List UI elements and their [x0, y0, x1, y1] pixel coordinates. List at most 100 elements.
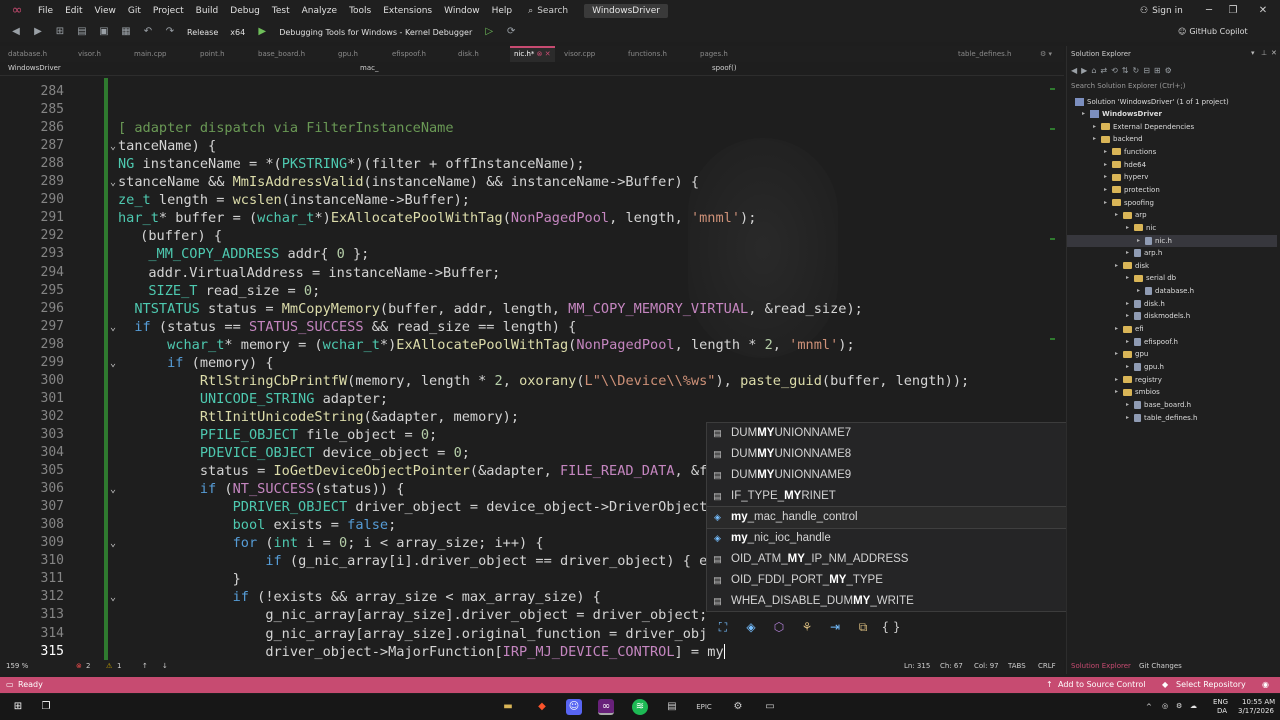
code-line[interactable]: bool exists = false; — [118, 517, 397, 533]
expand-chevron-icon[interactable]: ▸ — [1113, 323, 1120, 335]
code-line[interactable]: _MM_COPY_ADDRESS addr{ 0 }; — [132, 246, 369, 262]
arrow-up-icon[interactable]: ↑ — [142, 662, 148, 670]
close-icon[interactable]: ✕ — [1252, 0, 1274, 22]
fold-chevron-icon[interactable]: ⌄ — [110, 358, 116, 369]
expand-chevron-icon[interactable]: ▸ — [1135, 285, 1142, 297]
select-repository-button[interactable]: Select Repository — [1176, 680, 1246, 689]
expand-chevron-icon[interactable]: ▸ — [1102, 146, 1109, 158]
save-all-icon[interactable]: ▦ — [118, 25, 134, 39]
tree-item-gpu-h[interactable]: ▸ gpu.h — [1124, 361, 1164, 373]
editor-scrollbar[interactable] — [1048, 88, 1058, 648]
expand-chevron-icon[interactable]: ▸ — [1113, 348, 1120, 360]
brave-browser-icon[interactable]: ◆ — [534, 699, 550, 715]
menu-help[interactable]: Help — [486, 0, 519, 22]
code-line[interactable]: if (NT_SUCCESS(status)) { — [118, 481, 405, 497]
code-line[interactable]: ze_t length = wcslen(instanceName->Buffe… — [118, 192, 470, 208]
tree-item-smbios[interactable]: ▸ smbios — [1113, 386, 1160, 398]
cloud-icon[interactable]: ☁ — [1190, 702, 1197, 710]
expand-chevron-icon[interactable]: ▸ — [1135, 235, 1142, 247]
tab-table-defines-h[interactable]: table_defines.h — [958, 46, 1011, 62]
project-dropdown[interactable]: WindowsDriver — [8, 64, 61, 72]
fold-chevron-icon[interactable]: ⌄ — [110, 538, 116, 549]
solution-node[interactable]: Solution 'WindowsDriver' (1 of 1 project… — [1075, 96, 1229, 108]
tree-item-functions[interactable]: ▸ functions — [1102, 146, 1156, 158]
tree-item-disk-h[interactable]: ▸ disk.h — [1124, 298, 1165, 310]
chevron-up-icon[interactable]: ^ — [1146, 703, 1152, 711]
tree-item-protection[interactable]: ▸ protection — [1102, 184, 1160, 196]
col-indicator[interactable]: Col: 97 — [974, 662, 999, 670]
tree-item-hyperv[interactable]: ▸ hyperv — [1102, 171, 1148, 183]
expand-chevron-icon[interactable]: ▸ — [1113, 374, 1120, 386]
platform-dropdown[interactable]: x64 — [230, 28, 245, 37]
code-line[interactable]: status = IoGetDeviceObjectPointer(&adapt… — [118, 463, 707, 479]
code-line[interactable]: (buffer) { — [132, 228, 222, 244]
code-line[interactable]: } — [118, 571, 241, 587]
expand-chevron-icon[interactable]: ▸ — [1102, 184, 1109, 196]
settings-icon[interactable]: ⚙ — [1176, 702, 1182, 710]
tree-item-efispoof-h[interactable]: ▸ efispoof.h — [1124, 336, 1178, 348]
expand-chevron-icon[interactable]: ▸ — [1113, 260, 1120, 272]
fold-chevron-icon[interactable]: ⌄ — [110, 141, 116, 152]
pin-icon[interactable]: ⊥ — [1261, 49, 1267, 57]
menu-file[interactable]: File — [32, 0, 59, 22]
switch-views-icon[interactable]: ⇄ — [1100, 66, 1107, 78]
tab-functions-h[interactable]: functions.h — [628, 46, 667, 62]
code-line[interactable]: PDEVICE_OBJECT device_object = 0; — [118, 445, 470, 461]
back-icon[interactable]: ◀ — [1071, 66, 1077, 78]
expand-chevron-icon[interactable]: ▸ — [1124, 247, 1131, 259]
expand-chevron-icon[interactable]: ▸ — [1124, 361, 1131, 373]
properties-icon[interactable]: ⚙ — [1165, 66, 1172, 78]
code-line[interactable]: NTSTATUS status = MmCopyMemory(buffer, a… — [118, 301, 862, 317]
eol-indicator[interactable]: CRLF — [1038, 662, 1056, 670]
code-line[interactable]: har_t* buffer = (wchar_t*)ExAllocatePool… — [118, 210, 756, 226]
tree-item-database-h[interactable]: ▸ database.h — [1135, 285, 1194, 297]
spotify-icon[interactable]: ≋ — [632, 699, 648, 715]
tab-database-h[interactable]: database.h — [8, 46, 47, 62]
menu-debug[interactable]: Debug — [224, 0, 266, 22]
tab-visor-h[interactable]: visor.h — [78, 46, 101, 62]
menu-project[interactable]: Project — [147, 0, 190, 22]
notepad-icon[interactable]: ▤ — [664, 699, 680, 715]
settings-icon[interactable]: ⚙ — [730, 699, 746, 715]
tree-item-diskmodels-h[interactable]: ▸ diskmodels.h — [1124, 310, 1190, 322]
fold-chevron-icon[interactable]: ⌄ — [110, 177, 116, 188]
language-indicator[interactable]: ENG — [1213, 698, 1228, 706]
tab-disk-h[interactable]: disk.h — [458, 46, 479, 62]
expand-chevron-icon[interactable]: ▸ — [1113, 386, 1120, 398]
code-line[interactable]: g_nic_array[array_size].original_functio… — [118, 626, 707, 642]
code-line[interactable]: wchar_t* memory = (wchar_t*)ExAllocatePo… — [118, 337, 855, 353]
code-line[interactable]: if (!exists && array_size < max_array_si… — [118, 589, 601, 605]
tree-item-table-defines-h[interactable]: ▸ table_defines.h — [1124, 412, 1197, 424]
tree-item-base-board-h[interactable]: ▸ base_board.h — [1124, 399, 1191, 411]
tree-item-external-dependencies[interactable]: ▸ External Dependencies — [1091, 121, 1194, 133]
show-all-files-icon[interactable]: ⊞ — [1154, 66, 1161, 78]
back-icon[interactable]: ◀ — [8, 25, 24, 39]
code-line[interactable]: g_nic_array[array_size].driver_object = … — [118, 607, 707, 623]
save-icon[interactable]: ▣ — [96, 25, 112, 39]
menu-tools[interactable]: Tools — [343, 0, 377, 22]
tree-item-arp[interactable]: ▸ arp — [1113, 209, 1147, 221]
copilot-button[interactable]: ☺ GitHub Copilot — [1178, 22, 1248, 42]
tray-app-icon[interactable]: ◎ — [1162, 702, 1168, 710]
error-count[interactable]: 2 — [86, 662, 90, 670]
filter-namespace-icon[interactable]: ⧉ — [852, 618, 874, 636]
expand-chevron-icon[interactable]: ▸ — [1124, 298, 1131, 310]
code-line[interactable]: RtlInitUnicodeString(&adapter, memory); — [118, 409, 519, 425]
signin-button[interactable]: ⚇ Sign in — [1140, 0, 1183, 22]
tree-item-serial-db[interactable]: ▸ serial db — [1124, 272, 1176, 284]
filter-method-icon[interactable]: ◈ — [740, 618, 762, 636]
tree-item-nic-h[interactable]: ▸ nic.h — [1067, 234, 1277, 247]
tab-pages-h[interactable]: pages.h — [700, 46, 728, 62]
expand-chevron-icon[interactable]: ▸ — [1102, 197, 1109, 209]
filter-snippet-icon[interactable]: ⛶ — [712, 618, 734, 636]
tab-main-cpp[interactable]: main.cpp — [134, 46, 166, 62]
code-line[interactable]: addr.VirtualAddress = instanceName->Buff… — [132, 265, 500, 281]
tree-item-arp-h[interactable]: ▸ arp.h — [1124, 247, 1162, 259]
dropdown-icon[interactable]: ▾ — [1251, 49, 1255, 57]
filter-struct-icon[interactable]: ⚘ — [796, 618, 818, 636]
expand-chevron-icon[interactable]: ▸ — [1091, 133, 1098, 145]
fold-chevron-icon[interactable]: ⌄ — [110, 322, 116, 333]
code-line[interactable]: for (int i = 0; i < array_size; i++) { — [118, 535, 544, 551]
expand-chevron-icon[interactable]: ▸ — [1102, 159, 1109, 171]
code-line[interactable]: SIZE_T read_size = 0; — [132, 283, 320, 299]
